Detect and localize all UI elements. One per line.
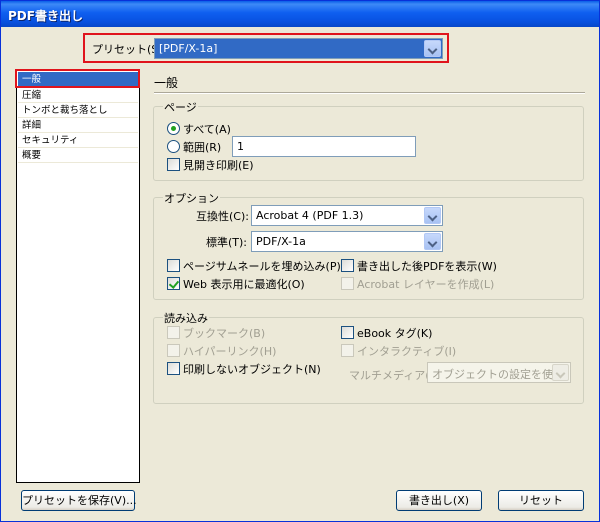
interactive-checkbox [341, 344, 354, 357]
embed-thumbnails-label[interactable]: ページサムネールを埋め込み(P) [183, 258, 341, 274]
title-bar[interactable]: PDF書き出し [1, 1, 599, 27]
spreads-label[interactable]: 見開き印刷(E) [183, 157, 254, 173]
pages-range-label[interactable]: 範囲(R) [183, 139, 221, 155]
compatibility-value: Acrobat 4 (PDF 1.3) [256, 209, 364, 222]
hyperlinks-label: ハイパーリンク(H) [183, 345, 277, 358]
pages-all-radio[interactable] [167, 122, 180, 135]
include-group-label: 読み込み [163, 310, 209, 326]
standard-select[interactable]: PDF/X-1a [251, 231, 443, 252]
optimize-web-label[interactable]: Web 表示用に最適化(O) [183, 276, 305, 292]
pdf-export-dialog: PDF書き出し プリセット(S): [PDF/X-1a] 一般 圧縮 トンボと裁… [0, 0, 600, 522]
bookmarks-label: ブックマーク(B) [183, 327, 266, 340]
chevron-down-icon[interactable] [424, 40, 441, 57]
category-list: 一般 圧縮 トンボと裁ち落とし 詳細 セキュリティ 概要 [16, 70, 140, 483]
sidebar-item-marks-bleeds[interactable]: トンボと裁ち落とし [18, 103, 138, 118]
view-after-export-label[interactable]: 書き出した後PDFを表示(W) [357, 258, 497, 274]
chevron-down-icon[interactable] [424, 233, 441, 250]
bookmarks-checkbox [167, 326, 180, 339]
non-printing-checkbox[interactable] [167, 362, 180, 375]
sidebar-item-summary[interactable]: 概要 [18, 148, 138, 163]
acrobat-layers-checkbox [341, 277, 354, 290]
save-preset-button[interactable]: プリセットを保存(V)... [21, 490, 137, 511]
sidebar-item-compression[interactable]: 圧縮 [18, 88, 138, 103]
spreads-checkbox[interactable] [167, 158, 180, 171]
sidebar-item-security[interactable]: セキュリティ [18, 133, 138, 148]
sidebar-item-advanced[interactable]: 詳細 [18, 118, 138, 133]
non-printing-label[interactable]: 印刷しないオブジェクト(N) [183, 361, 321, 377]
standard-label: 標準(T): [206, 236, 248, 249]
section-divider [154, 92, 585, 94]
standard-value: PDF/X-1a [256, 235, 306, 248]
compatibility-label: 互換性(C): [196, 210, 249, 223]
embed-thumbnails-checkbox[interactable] [167, 259, 180, 272]
reset-button[interactable]: リセット [498, 490, 584, 511]
options-group-label: オプション [163, 190, 220, 206]
chevron-down-icon[interactable] [424, 207, 441, 224]
pages-all-label[interactable]: すべて(A) [183, 121, 231, 137]
preset-select[interactable]: [PDF/X-1a] [154, 38, 443, 59]
ebook-tags-label[interactable]: eBook タグ(K) [357, 325, 432, 341]
compatibility-select[interactable]: Acrobat 4 (PDF 1.3) [251, 205, 443, 226]
pages-range-value: 1 [237, 140, 244, 153]
pages-range-input[interactable]: 1 [232, 136, 416, 157]
sidebar-highlight [15, 69, 140, 88]
pages-group-label: ページ [163, 99, 198, 115]
export-button[interactable]: 書き出し(X) [396, 490, 482, 511]
multimedia-select: オブジェクトの設定を使用 [427, 362, 571, 383]
window-title: PDF書き出し [8, 9, 83, 23]
interactive-label: インタラクティブ(I) [357, 345, 457, 358]
pages-range-radio[interactable] [167, 140, 180, 153]
view-after-export-checkbox[interactable] [341, 259, 354, 272]
section-title: 一般 [154, 76, 179, 90]
chevron-down-icon [552, 364, 569, 381]
ebook-tags-checkbox[interactable] [341, 326, 354, 339]
hyperlinks-checkbox [167, 344, 180, 357]
optimize-web-checkbox[interactable] [167, 277, 180, 290]
acrobat-layers-label: Acrobat レイヤーを作成(L) [357, 278, 495, 291]
multimedia-value: オブジェクトの設定を使用 [432, 368, 564, 381]
preset-value: [PDF/X-1a] [159, 42, 218, 55]
